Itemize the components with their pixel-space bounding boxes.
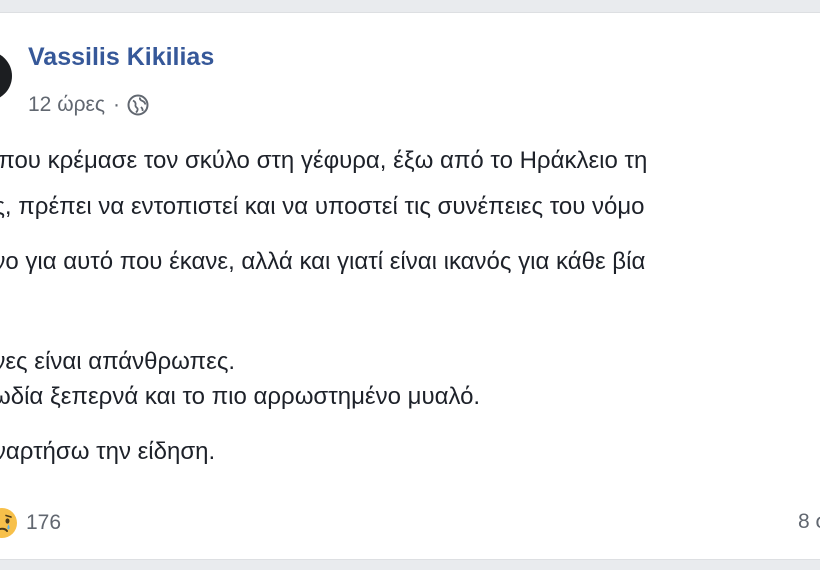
comments-count[interactable]: 8 σ xyxy=(798,510,820,534)
reactions-summary[interactable]: 176 xyxy=(0,507,61,539)
avatar[interactable] xyxy=(0,51,12,101)
sad-reaction-icon[interactable] xyxy=(0,507,18,539)
post-text-line: αναρτήσω την είδηση. xyxy=(0,438,216,465)
post-text-line: όνο για αυτό που έκανε, αλλά και γιατί ε… xyxy=(0,248,646,275)
post-text-line: ς που κρέμασε τον σκύλο στη γέφυρα, έξω … xyxy=(0,147,648,174)
globe-icon[interactable] xyxy=(126,93,150,117)
post-meta: 12 ώρες · xyxy=(28,91,150,119)
post-author-name[interactable]: Vassilis Kikilias xyxy=(28,43,214,72)
reaction-count[interactable]: 176 xyxy=(26,511,61,535)
meta-separator: · xyxy=(113,93,121,116)
post-card: Vassilis Kikilias 12 ώρες · ς που κρέμασ… xyxy=(0,12,820,560)
post-timestamp[interactable]: 12 ώρες xyxy=(28,93,105,117)
post-text-line: όνες είναι απάνθρωπες. xyxy=(0,348,236,375)
post-text-line: νωδία ξεπερνά και το πιο αρρωστημένο μυα… xyxy=(0,383,481,410)
post-text-line: ης, πρέπει να εντοπιστεί και να υποστεί … xyxy=(0,193,645,220)
